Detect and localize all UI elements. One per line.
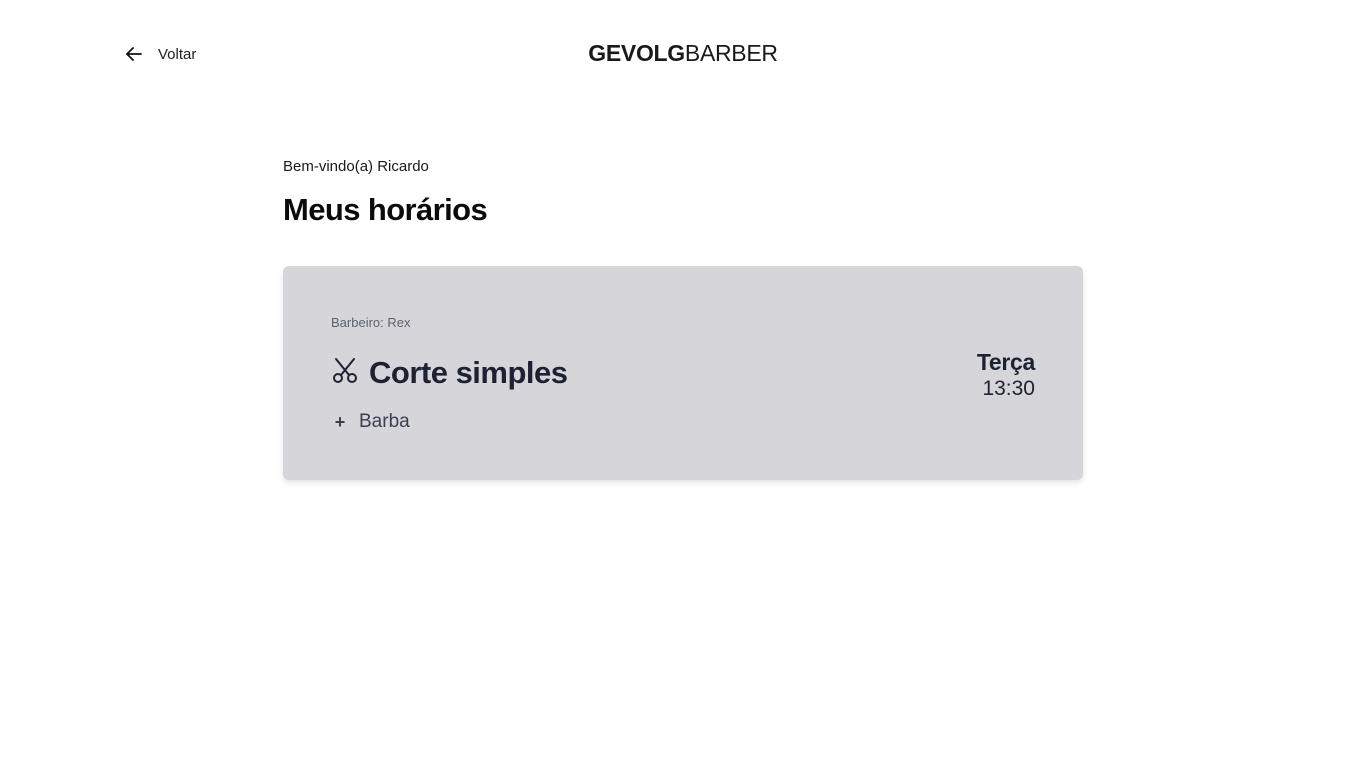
page-title: Meus horários (283, 192, 488, 227)
appointment-card[interactable]: Barbeiro: Rex Corte simples + Barba Terç… (283, 266, 1083, 480)
main-content: Bem-vindo(a) Ricardo Meus horários Barbe… (283, 157, 1083, 480)
scissors-icon (331, 356, 361, 391)
service-row: Corte simples (331, 355, 568, 391)
plus-icon: + (334, 411, 346, 432)
appointment-time: 13:30 (982, 377, 1035, 400)
brand-logo: GEVOLGBARBER (0, 40, 1366, 67)
appointment-schedule: Terça 13:30 (977, 348, 1035, 402)
appointment-day: Terça (976, 349, 1035, 375)
extra-service-label: Barba (359, 411, 410, 432)
logo-light: BARBER (684, 40, 778, 66)
logo-bold: GEVOLG (588, 40, 685, 66)
extra-service: + Barba (333, 411, 410, 433)
service-name: Corte simples (369, 355, 568, 390)
app-header: Voltar GEVOLGBARBER (0, 0, 1366, 110)
barber-name: Barbeiro: Rex (331, 315, 411, 330)
welcome-text: Bem-vindo(a) Ricardo (283, 158, 429, 175)
